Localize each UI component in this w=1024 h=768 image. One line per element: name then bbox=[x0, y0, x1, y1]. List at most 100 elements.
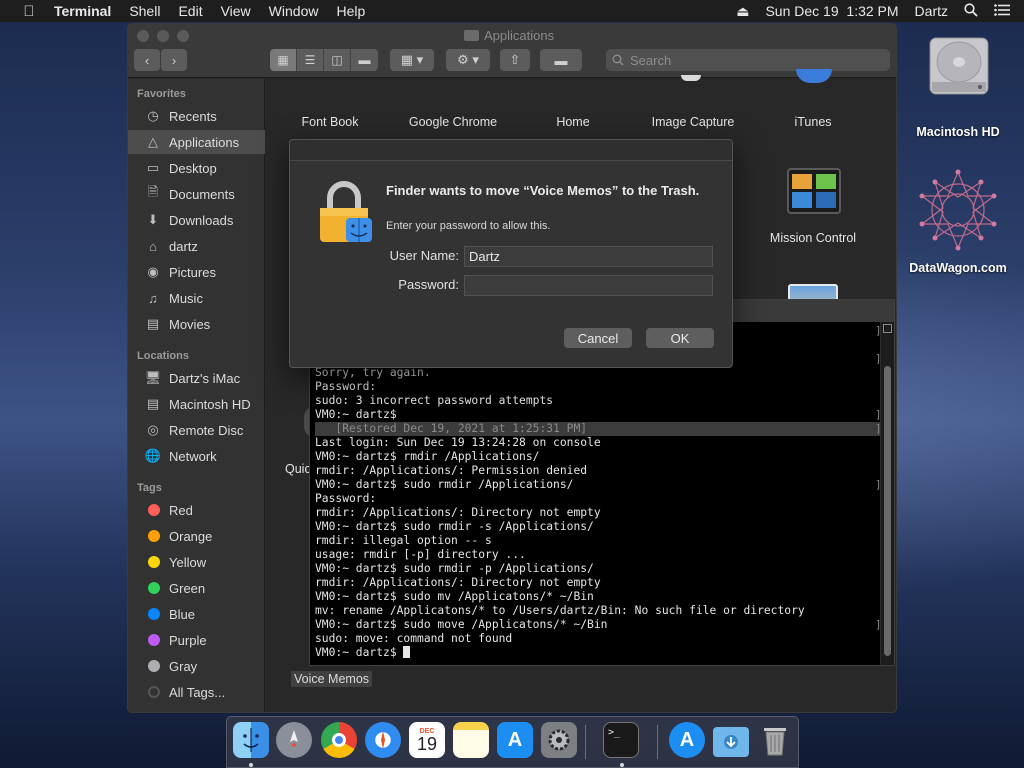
gallery-view-button[interactable]: ▬ bbox=[351, 49, 378, 71]
minimize-button[interactable] bbox=[157, 30, 169, 42]
music-note-icon: ♫ bbox=[148, 290, 158, 306]
dock-applications-folder-icon[interactable]: A bbox=[669, 722, 705, 758]
dock-terminal-icon[interactable]: >_ bbox=[603, 722, 639, 758]
notification-center-icon[interactable] bbox=[986, 3, 1024, 19]
disc-icon: ◎ bbox=[147, 422, 159, 437]
terminal-mark-bracket: ] bbox=[875, 352, 882, 365]
terminal-line: rmdir: illegal option -- s bbox=[315, 534, 880, 548]
dock-downloads-folder-icon[interactable] bbox=[713, 727, 749, 757]
menu-edit[interactable]: Edit bbox=[169, 3, 211, 19]
menu-view[interactable]: View bbox=[212, 3, 260, 19]
sidebar-item-remote-disc[interactable]: ◎ Remote Disc bbox=[128, 418, 265, 442]
app-font-book[interactable]: Font Book bbox=[270, 115, 390, 129]
dock-system-preferences-icon[interactable] bbox=[541, 722, 577, 758]
dock-app-store-icon[interactable]: A bbox=[497, 722, 533, 758]
sidebar-item-downloads[interactable]: ⬇ Downloads bbox=[128, 208, 265, 232]
dock-chrome-icon[interactable] bbox=[321, 722, 357, 758]
group-by-button[interactable]: ▦ ▾ bbox=[390, 49, 434, 71]
sidebar-item-applications[interactable]: △ Applications bbox=[128, 130, 265, 154]
dock-running-indicator bbox=[249, 763, 253, 767]
list-view-button[interactable]: ☰ bbox=[297, 49, 324, 71]
sidebar-tag-yellow[interactable]: Yellow bbox=[128, 550, 265, 574]
dock-notes-icon[interactable] bbox=[453, 722, 489, 758]
sidebar-tag-gray[interactable]: Gray bbox=[128, 654, 265, 678]
menu-shell[interactable]: Shell bbox=[120, 3, 169, 19]
icon-view-button[interactable]: ▦ bbox=[270, 49, 297, 71]
sidebar-tag-red[interactable]: Red bbox=[128, 498, 265, 522]
terminal-output: Sorry, try again. Password: sudo: 3 incorr… bbox=[315, 366, 880, 660]
terminal-scrollbar[interactable] bbox=[880, 322, 894, 665]
action-gear-button[interactable]: ⚙ ▾ bbox=[446, 49, 490, 71]
cancel-button[interactable]: Cancel bbox=[564, 328, 632, 348]
sidebar-item-network[interactable]: 🌐 Network bbox=[128, 444, 265, 468]
username-field[interactable]: Dartz bbox=[464, 246, 713, 267]
sidebar-header-tags: Tags bbox=[137, 482, 162, 494]
menu-app-name[interactable]: Terminal bbox=[46, 3, 120, 19]
eject-icon[interactable]: ⏏ bbox=[728, 3, 757, 20]
sidebar-item-documents[interactable]: 🗎 Documents bbox=[128, 182, 265, 206]
terminal-scroll-thumb[interactable] bbox=[884, 366, 891, 656]
share-button[interactable]: ⇧ bbox=[500, 49, 530, 71]
sidebar-tag-blue[interactable]: Blue bbox=[128, 602, 265, 626]
tag-color-dot-icon bbox=[148, 556, 160, 568]
sidebar-header-locations: Locations bbox=[137, 350, 189, 362]
sidebar-item-recents[interactable]: ◷ Recents bbox=[128, 104, 265, 128]
view-mode-segment: ▦ ☰ ◫ ▬ bbox=[270, 49, 378, 71]
terminal-line-text: VM0:~ dartz$ bbox=[315, 408, 397, 421]
spotlight-search-icon[interactable] bbox=[956, 2, 986, 20]
sidebar-item-music[interactable]: ♫ Music bbox=[128, 286, 265, 310]
back-button[interactable]: ‹ bbox=[134, 49, 160, 71]
dock-safari-icon[interactable] bbox=[365, 722, 401, 758]
edit-tags-button[interactable]: ▬ bbox=[540, 49, 582, 71]
terminal-line-text: Password: bbox=[315, 492, 377, 505]
app-google-chrome[interactable]: Google Chrome bbox=[393, 115, 513, 129]
clock-icon: ◷ bbox=[147, 108, 159, 123]
app-image-capture[interactable]: Image Capture bbox=[633, 115, 753, 129]
sidebar-item-movies[interactable]: ▤ Movies bbox=[128, 312, 265, 336]
apple-menu-icon[interactable]:  bbox=[12, 3, 46, 20]
app-itunes[interactable]: iTunes bbox=[753, 115, 873, 129]
ok-button[interactable]: OK bbox=[646, 328, 714, 348]
desktop-icon-datawagon[interactable]: DataWagon.com bbox=[903, 168, 1013, 278]
menu-clock[interactable]: Sun Dec 19 1:32 PM bbox=[757, 3, 906, 19]
sidebar-item-label: Macintosh HD bbox=[169, 396, 251, 412]
sidebar-item-pictures[interactable]: ◉ Pictures bbox=[128, 260, 265, 284]
app-mission-control[interactable]: Mission Control bbox=[753, 231, 873, 245]
sidebar-item-desktop[interactable]: ▭ Desktop bbox=[128, 156, 265, 180]
app-home[interactable]: Home bbox=[513, 115, 633, 129]
dock-calendar-icon[interactable]: DEC 19 bbox=[409, 722, 445, 758]
sidebar-item-macintosh-hd[interactable]: ▤ Macintosh HD bbox=[128, 392, 265, 416]
close-button[interactable] bbox=[137, 30, 149, 42]
dock-launchpad-icon[interactable] bbox=[276, 722, 312, 758]
sidebar-tag-purple[interactable]: Purple bbox=[128, 628, 265, 652]
menu-window[interactable]: Window bbox=[260, 3, 328, 19]
dock-finder-icon[interactable] bbox=[233, 722, 269, 758]
zoom-button[interactable] bbox=[177, 30, 189, 42]
sidebar-tag-all-tags[interactable]: All Tags... bbox=[128, 680, 265, 704]
password-field[interactable] bbox=[464, 275, 713, 296]
password-label: Password: bbox=[398, 277, 459, 292]
sidebar-item-home[interactable]: ⌂ dartz bbox=[128, 234, 265, 258]
terminal-line-text: usage: rmdir [-p] directory ... bbox=[315, 548, 526, 561]
sidebar-header-favorites: Favorites bbox=[137, 88, 186, 100]
column-view-button[interactable]: ◫ bbox=[324, 49, 351, 71]
tag-color-dot-icon bbox=[148, 686, 160, 698]
selected-item-voice-memos[interactable]: Voice Memos bbox=[291, 671, 373, 687]
mission-control-icon[interactable] bbox=[787, 168, 841, 214]
dock-trash-icon[interactable] bbox=[757, 722, 793, 758]
search-field[interactable]: Search bbox=[606, 49, 890, 71]
sidebar-tag-orange[interactable]: Orange bbox=[128, 524, 265, 548]
sidebar-item-imac[interactable]: 🖥 Dartz's iMac bbox=[128, 366, 265, 390]
terminal-line-text: sudo: move: command not found bbox=[315, 632, 513, 645]
sidebar-tag-green[interactable]: Green bbox=[128, 576, 265, 600]
sidebar-tag-label: Gray bbox=[169, 658, 198, 674]
terminal-line: VM0:~ dartz$ bbox=[315, 646, 880, 660]
username-label: User Name: bbox=[389, 248, 459, 263]
menu-help[interactable]: Help bbox=[327, 3, 374, 19]
desktop-icon-macintosh-hd[interactable]: Macintosh HD bbox=[903, 32, 1013, 142]
tag-color-dot-icon bbox=[148, 660, 160, 672]
forward-button[interactable]: › bbox=[161, 49, 187, 71]
menu-user[interactable]: Dartz bbox=[907, 3, 956, 19]
sidebar-item-label: Pictures bbox=[169, 264, 216, 280]
sidebar-item-label: Music bbox=[169, 290, 203, 306]
